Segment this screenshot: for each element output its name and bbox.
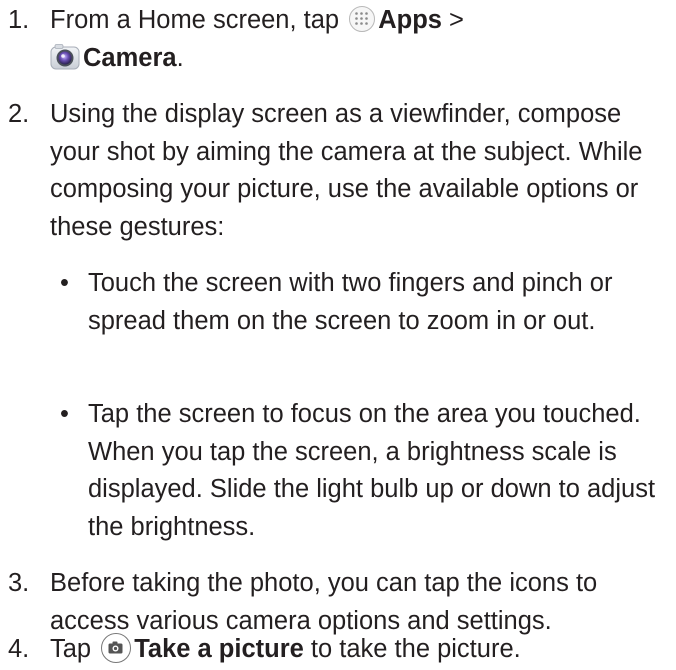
step-number: 1. [8,6,30,34]
apps-grid-icon [349,6,376,33]
bullet-dot: • [60,400,69,428]
bullet-text: Touch the screen with two fingers and pi… [88,269,613,335]
step-3: 3. Before taking the photo, you can tap … [0,565,676,640]
step-1-period: . [176,43,184,72]
instructions-document: 1. From a Home screen, tap Apps > Camera… [0,0,676,670]
step-text: From a Home screen, tap Apps > Camera. [50,2,670,77]
step-number: 2. [8,100,30,128]
bullet-item: • Tap the screen to focus on the area yo… [50,396,676,546]
camera-label: Camera [83,43,177,72]
step-1-intro: From a Home screen, tap [50,6,340,34]
step-number: 4. [8,635,30,663]
step-text: Tap Take a picture to take the picture. [50,631,670,669]
step-4-intro: Tap [50,635,92,663]
menu-separator: > [449,6,464,34]
step-text: Using the display screen as a viewfinder… [50,100,643,241]
apps-label: Apps [378,6,442,34]
take-picture-label: Take a picture [134,635,304,663]
step-2: 2. Using the display screen as a viewfin… [0,96,676,246]
camera-app-icon [50,43,80,71]
step-4: 4. Tap Take a picture to take the pictur… [0,631,676,669]
step-1: 1. From a Home screen, tap Apps > Camera… [0,2,676,77]
bullet-dot: • [60,269,69,297]
camera-shutter-icon [101,633,132,664]
bullet-item: • Touch the screen with two fingers and … [50,265,676,340]
step-4-outro: to take the picture. [310,635,521,663]
step-text: Before taking the photo, you can tap the… [50,569,598,635]
bullet-text: Tap the screen to focus on the area you … [88,400,656,541]
step-number: 3. [8,569,30,597]
